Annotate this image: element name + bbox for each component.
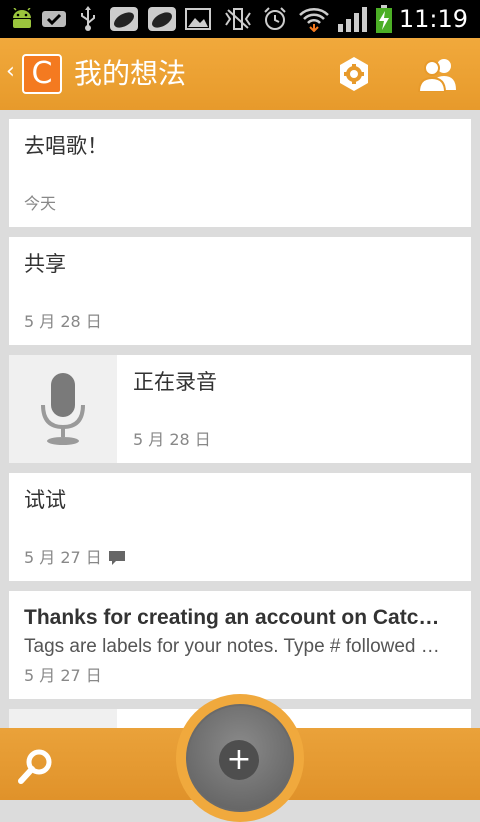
wifi-icon <box>298 6 330 32</box>
note-date: 5 月 28 日 <box>24 312 102 331</box>
pea-pod-icon <box>146 6 178 32</box>
note-card[interactable]: 共享 5 月 28 日 <box>9 237 471 345</box>
people-icon <box>417 59 456 92</box>
app-logo[interactable]: C <box>22 54 62 94</box>
note-date: 5 月 28 日 <box>133 430 211 449</box>
gear-icon <box>340 57 368 91</box>
note-card[interactable]: Thanks for creating an account on Catc… … <box>9 591 471 699</box>
search-icon <box>18 749 52 784</box>
note-thumbnail <box>9 709 117 729</box>
status-time: 11:19 <box>398 5 468 33</box>
image-icon <box>184 6 212 32</box>
vibrate-icon <box>224 6 252 32</box>
note-body: Tags are labels for your notes. Type # f… <box>24 636 440 657</box>
note-date: 5 月 27 日 <box>24 548 102 567</box>
note-thumbnail <box>9 355 117 463</box>
comment-icon <box>108 551 125 565</box>
status-bar: 11:19 <box>0 0 480 38</box>
plus-icon[interactable]: + <box>219 740 259 780</box>
action-bar: ‹ C 我的想法 <box>0 38 480 110</box>
search-button[interactable] <box>16 746 56 786</box>
note-date: 今天 <box>24 194 57 213</box>
note-card[interactable]: 正在录音 5 月 28 日 <box>9 355 471 463</box>
people-button[interactable] <box>414 54 462 94</box>
android-debug-icon <box>8 6 36 32</box>
note-title: 共享 <box>24 252 66 276</box>
settings-button[interactable] <box>334 54 374 94</box>
battery-charging-icon <box>374 5 394 33</box>
note-date: 5 月 27 日 <box>24 666 102 685</box>
note-title: 去唱歌！ <box>24 134 108 158</box>
note-card[interactable]: 去唱歌！ 今天 <box>9 119 471 227</box>
back-chevron-icon[interactable]: ‹ <box>6 60 15 84</box>
usb-icon <box>76 6 100 32</box>
note-title: 正在录音 <box>133 370 217 394</box>
alarm-icon <box>262 6 288 32</box>
microphone-icon <box>41 373 85 445</box>
notes-list[interactable]: 去唱歌！ 今天 共享 5 月 28 日 正在录音 5 月 28 日 试试 5 月… <box>9 119 471 729</box>
note-meta: 5 月 27 日 <box>24 547 126 569</box>
check-icon <box>40 6 68 32</box>
signal-icon <box>336 6 370 32</box>
note-title: 试试 <box>24 488 66 512</box>
page-title: 我的想法 <box>74 57 187 90</box>
pea-pod-icon <box>108 6 140 32</box>
note-title: Thanks for creating an account on Catc… <box>24 606 440 629</box>
note-card[interactable]: 试试 5 月 27 日 <box>9 473 471 581</box>
